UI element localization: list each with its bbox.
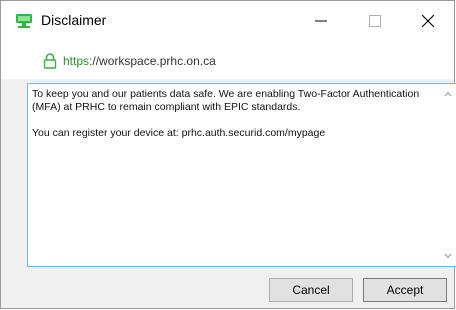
maximize-button[interactable] <box>353 9 397 33</box>
maximize-icon <box>369 15 381 27</box>
close-icon <box>422 15 434 27</box>
close-button[interactable] <box>406 9 450 33</box>
disclaimer-message[interactable]: To keep you and our patients data safe. … <box>32 88 433 140</box>
vertical-scrollbar[interactable] <box>440 85 456 265</box>
window-title: Disclaimer <box>41 12 107 28</box>
cancel-button[interactable]: Cancel <box>269 278 353 302</box>
title-bar[interactable]: Disclaimer <box>1 1 454 41</box>
scroll-up-icon[interactable] <box>444 90 452 98</box>
url-host: //workspace.prhc.on.ca <box>92 54 216 68</box>
lock-icon <box>43 53 57 69</box>
url-text: https://workspace.prhc.on.ca <box>63 54 216 68</box>
accept-button[interactable]: Accept <box>363 278 447 302</box>
disclaimer-window: Disclaimer https://workspace.prhc.on.ca … <box>0 0 456 309</box>
disclaimer-text-area[interactable]: To keep you and our patients data safe. … <box>27 83 456 267</box>
minimize-icon <box>315 20 327 22</box>
scroll-down-icon[interactable] <box>444 252 452 260</box>
url-bar: https://workspace.prhc.on.ca <box>1 41 454 79</box>
minimize-button[interactable] <box>299 9 343 33</box>
monitor-icon <box>15 13 33 29</box>
url-scheme: https: <box>63 54 93 68</box>
